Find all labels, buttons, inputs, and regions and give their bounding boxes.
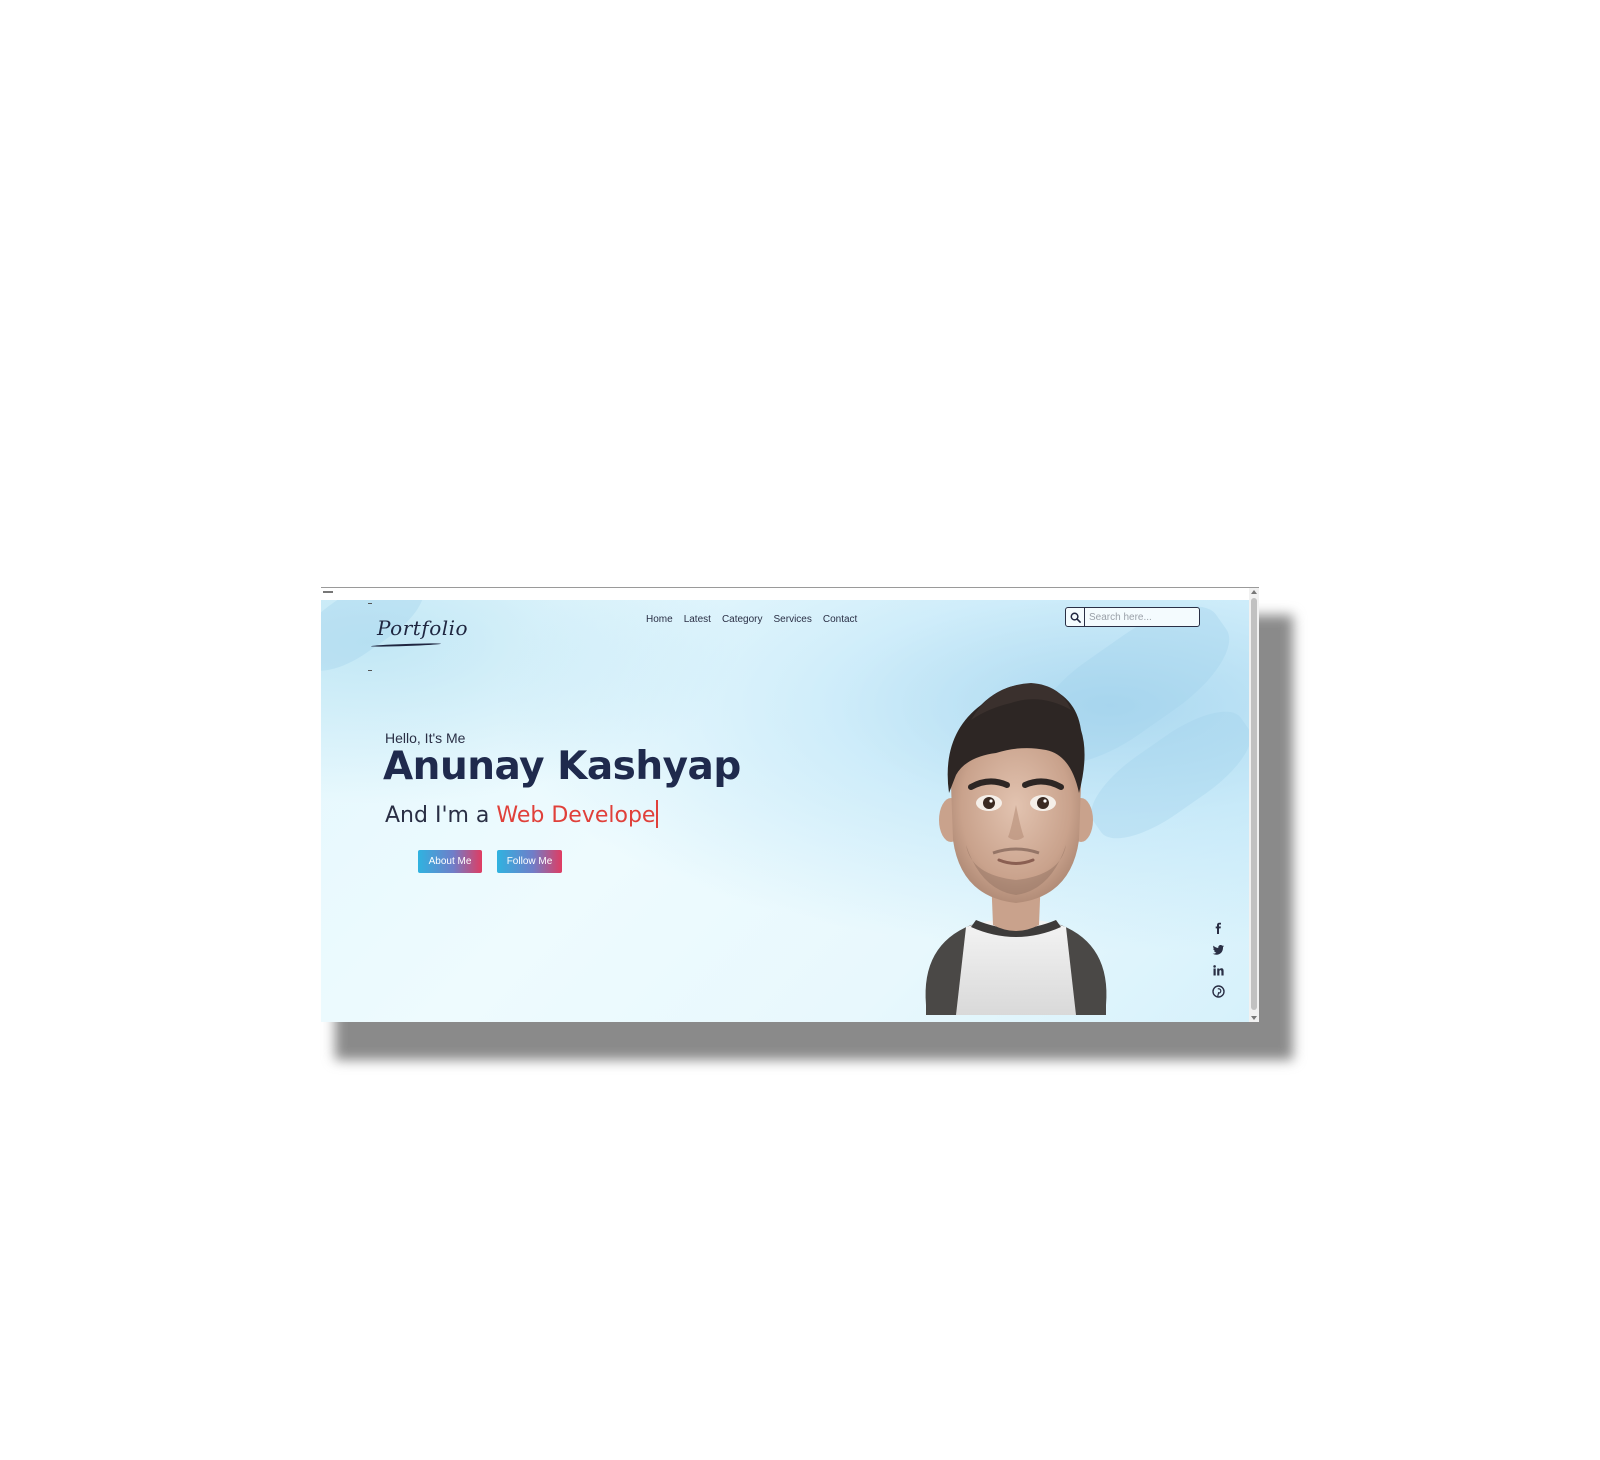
nav-services[interactable]: Services bbox=[774, 614, 812, 625]
hero-role-line: And I'm a Web Develope bbox=[385, 800, 659, 828]
nav-home[interactable]: Home bbox=[646, 614, 673, 625]
avatar-illustration bbox=[925, 683, 1107, 1015]
pinterest-icon[interactable] bbox=[1211, 985, 1225, 998]
search-input[interactable] bbox=[1085, 611, 1199, 623]
vertical-scrollbar[interactable] bbox=[1249, 588, 1259, 1022]
scrollbar-thumb[interactable] bbox=[1251, 598, 1257, 1010]
topbar-marker bbox=[323, 591, 333, 593]
facebook-icon[interactable] bbox=[1212, 922, 1225, 935]
twitter-icon[interactable] bbox=[1212, 943, 1225, 956]
logo-tick bbox=[368, 603, 372, 604]
linkedin-icon[interactable] bbox=[1212, 964, 1225, 977]
browser-window: Portfolio Home Latest Category Services … bbox=[321, 587, 1259, 1022]
role-typed-text: Web Develope bbox=[496, 803, 656, 828]
hero-section: Portfolio Home Latest Category Services … bbox=[321, 600, 1249, 1022]
screenshot-stage: Portfolio Home Latest Category Services … bbox=[0, 0, 1600, 1460]
window-topbar bbox=[321, 588, 1259, 600]
search-box bbox=[1065, 607, 1200, 627]
follow-me-button[interactable]: Follow Me bbox=[497, 850, 562, 873]
site-logo[interactable]: Portfolio bbox=[370, 614, 468, 654]
hero-name: Anunay Kashyap bbox=[383, 744, 741, 789]
logo-underline bbox=[370, 642, 442, 648]
social-icons bbox=[1211, 922, 1225, 998]
nav-latest[interactable]: Latest bbox=[684, 614, 711, 625]
nav-category[interactable]: Category bbox=[722, 614, 763, 625]
about-me-button[interactable]: About Me bbox=[418, 850, 482, 873]
logo-text: Portfolio bbox=[377, 616, 469, 640]
logo-tick bbox=[368, 670, 372, 671]
scroll-down-arrow-icon[interactable] bbox=[1251, 1016, 1257, 1020]
search-icon[interactable] bbox=[1066, 608, 1085, 626]
scroll-up-arrow-icon[interactable] bbox=[1251, 590, 1257, 594]
nav-contact[interactable]: Contact bbox=[823, 614, 857, 625]
main-nav: Home Latest Category Services Contact bbox=[646, 614, 857, 625]
typing-caret bbox=[656, 800, 659, 828]
role-prefix: And I'm a bbox=[385, 803, 497, 828]
